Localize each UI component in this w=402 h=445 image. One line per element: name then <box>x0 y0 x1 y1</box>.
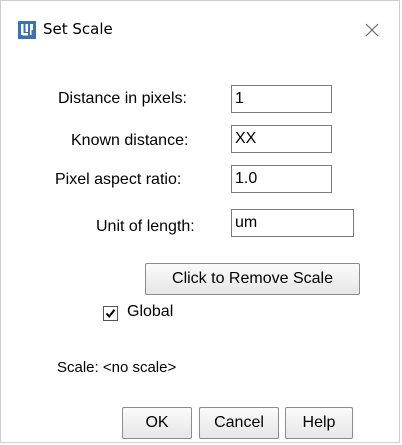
distance-in-pixels-label: Distance in pixels: <box>58 90 187 107</box>
window-title: Set Scale <box>43 20 113 38</box>
scale-status: Scale: <no scale> <box>57 359 177 376</box>
distance-in-pixels-input[interactable] <box>231 85 332 113</box>
global-checkbox[interactable] <box>103 306 118 321</box>
pixel-aspect-ratio-label: Pixel aspect ratio: <box>55 171 182 188</box>
known-distance-label: Known distance: <box>71 132 189 149</box>
imagej-app-icon <box>18 21 36 39</box>
unit-of-length-input[interactable] <box>231 209 354 237</box>
unit-of-length-label: Unit of length: <box>96 218 195 235</box>
remove-scale-button[interactable]: Click to Remove Scale <box>145 263 360 295</box>
help-button[interactable]: Help <box>285 407 353 439</box>
pixel-aspect-ratio-input[interactable] <box>231 165 332 193</box>
global-label: Global <box>127 303 174 320</box>
set-scale-dialog: Set Scale Distance in pixels: Known dist… <box>0 0 400 443</box>
checkmark-icon <box>105 309 116 319</box>
title-bar: Set Scale <box>1 1 399 61</box>
ok-button[interactable]: OK <box>122 407 192 439</box>
cancel-button[interactable]: Cancel <box>199 407 279 439</box>
known-distance-input[interactable] <box>231 125 332 153</box>
close-icon[interactable] <box>361 19 383 41</box>
